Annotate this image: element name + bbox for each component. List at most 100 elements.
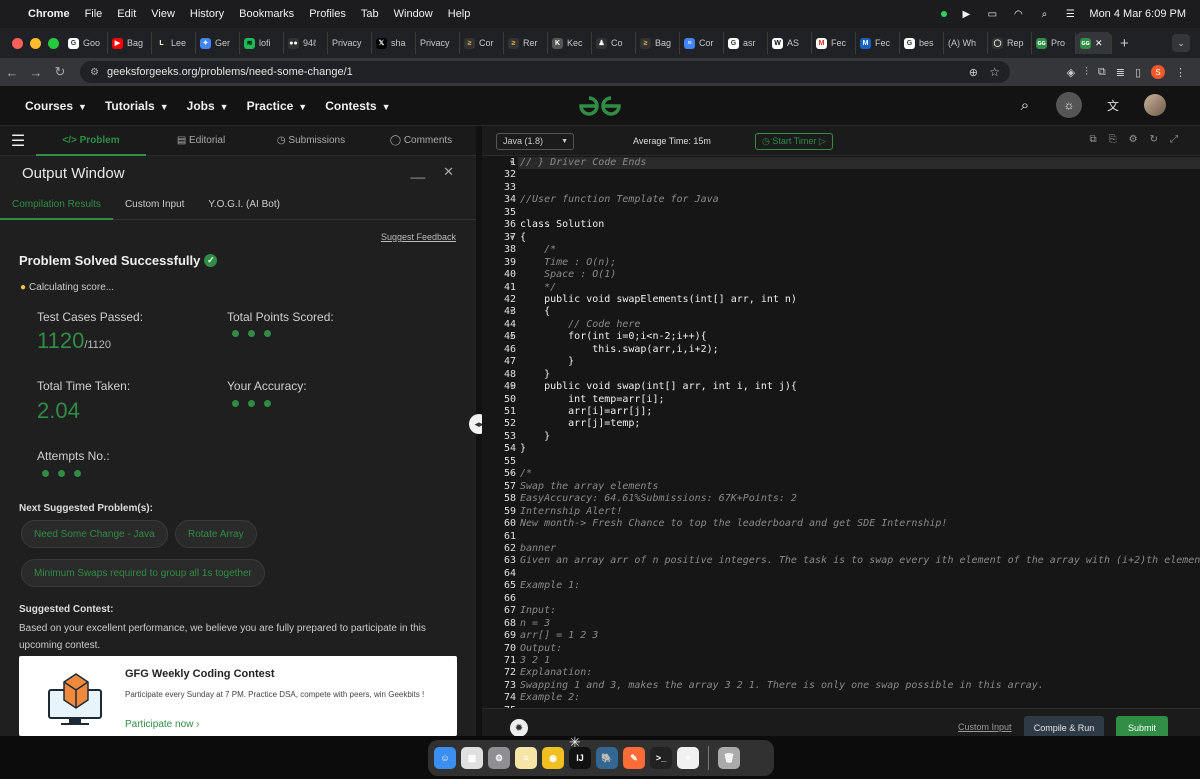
tab-compilation-results[interactable]: Compilation Results: [0, 190, 113, 220]
translate-icon[interactable]: 文: [1100, 92, 1126, 118]
zoom-window-button[interactable]: [48, 37, 59, 49]
chrome-menu-icon[interactable]: ⋮: [1175, 66, 1186, 79]
participate-now-link[interactable]: Participate now ›: [125, 719, 199, 730]
menu-tab[interactable]: Tab: [361, 8, 379, 20]
menu-file[interactable]: File: [85, 8, 103, 20]
browser-tab[interactable]: Privacy: [416, 32, 460, 54]
code-line[interactable]: // } Driver Code Ends: [520, 157, 646, 168]
code-line[interactable]: */: [520, 282, 556, 293]
code-line[interactable]: for(int i=0;i<n-2;i++){: [520, 331, 706, 342]
profile-avatar[interactable]: S: [1151, 65, 1165, 79]
browser-tab[interactable]: M Fec: [856, 32, 900, 54]
search-icon[interactable]: ⌕: [1037, 8, 1051, 20]
start-timer-button[interactable]: ◷ Start Timer ▷: [755, 133, 833, 150]
code-line[interactable]: Time : O(n);: [520, 257, 616, 268]
settings-icon[interactable]: ⚙: [488, 747, 510, 769]
site-info-icon[interactable]: ⚙: [90, 67, 99, 78]
tab-problem[interactable]: </> Problem: [36, 126, 146, 156]
terminal-icon[interactable]: >_: [650, 747, 672, 769]
fold-toggle-icon[interactable]: ▼: [510, 159, 514, 166]
tab-editorial[interactable]: ▤ Editorial: [146, 126, 256, 156]
browser-tab[interactable]: ≥ Bag: [636, 32, 680, 54]
trash-icon[interactable]: 🗑: [718, 747, 740, 769]
settings-icon[interactable]: ⚙: [1129, 134, 1138, 145]
slack-icon[interactable]: ✳: [569, 734, 589, 754]
user-avatar[interactable]: [1144, 94, 1166, 116]
extension-icon[interactable]: ⫶: [1085, 66, 1088, 79]
browser-tab[interactable]: G Goo: [64, 32, 108, 54]
code-line[interactable]: // Code here: [520, 319, 640, 330]
browser-tab-active[interactable]: ɢɢ ✕: [1076, 32, 1112, 54]
tab-yogi-ai-bot[interactable]: Y.O.G.I. (AI Bot): [196, 190, 292, 220]
suggest-feedback-link[interactable]: Suggest Feedback: [381, 232, 456, 242]
code-line[interactable]: arr[j]=temp;: [520, 418, 640, 429]
code-line[interactable]: }: [520, 443, 526, 454]
code-line[interactable]: }: [520, 369, 550, 380]
browser-tab[interactable]: Gbes: [900, 32, 944, 54]
reset-icon[interactable]: ↻: [1150, 134, 1158, 145]
menu-app-name[interactable]: Chrome: [28, 8, 70, 20]
code-line[interactable]: Given an array arr of n positive integer…: [520, 555, 1200, 566]
code-line[interactable]: Output:: [520, 643, 562, 654]
browser-tab[interactable]: (A) Wh: [944, 32, 988, 54]
code-line[interactable]: Example 1:: [520, 580, 580, 591]
minimize-window-button[interactable]: [30, 37, 41, 49]
forward-icon[interactable]: →: [24, 65, 48, 80]
browser-tab[interactable]: M Fec: [812, 32, 856, 54]
code-line[interactable]: Example 2:: [520, 692, 580, 703]
finder-icon[interactable]: ☺: [434, 747, 456, 769]
postgres-icon[interactable]: 🐘: [596, 747, 618, 769]
browser-tab[interactable]: ♟ Co: [592, 32, 636, 54]
code-line[interactable]: this.swap(arr,i,i+2);: [520, 344, 718, 355]
menu-view[interactable]: View: [151, 8, 175, 20]
new-tab-button[interactable]: +: [1120, 35, 1129, 52]
reading-list-icon[interactable]: ≣: [1116, 66, 1125, 79]
suggestion-chip[interactable]: Need Some Change - Java: [21, 520, 168, 548]
back-icon[interactable]: ←: [0, 65, 24, 80]
nav-tutorials[interactable]: Tutorials ▼: [105, 99, 169, 113]
tab-comments[interactable]: ◯ Comments: [366, 126, 476, 156]
tab-custom-input[interactable]: Custom Input: [113, 190, 196, 220]
code-line[interactable]: Swapping 1 and 3, makes the array 3 2 1.…: [520, 680, 1044, 691]
menu-bookmarks[interactable]: Bookmarks: [239, 8, 294, 20]
ai-app-icon[interactable]: ✦: [677, 747, 699, 769]
browser-tab[interactable]: ≥ Rer: [504, 32, 548, 54]
browser-tab[interactable]: ▶ Bag: [108, 32, 152, 54]
nav-jobs[interactable]: Jobs ▼: [187, 99, 229, 113]
extension-icon[interactable]: ◈: [1067, 66, 1075, 79]
code-line[interactable]: }: [520, 356, 574, 367]
code-line[interactable]: Input:: [520, 605, 556, 616]
code-line[interactable]: }: [520, 431, 550, 442]
fold-toggle-icon[interactable]: ▼: [510, 383, 514, 390]
code-line[interactable]: //User function Template for Java: [520, 194, 719, 205]
code-line[interactable]: n = 3: [520, 618, 550, 629]
nav-practice[interactable]: Practice ▼: [247, 99, 308, 113]
chrome-icon[interactable]: ◉: [542, 747, 564, 769]
menu-icon[interactable]: ☰: [0, 131, 36, 151]
browser-tab[interactable]: K Kec: [548, 32, 592, 54]
fold-toggle-icon[interactable]: ▼: [510, 333, 514, 340]
launchpad-icon[interactable]: ▦: [461, 747, 483, 769]
menu-window[interactable]: Window: [394, 8, 433, 20]
close-window-button[interactable]: [12, 37, 23, 49]
postman-icon[interactable]: ✎: [623, 747, 645, 769]
code-line[interactable]: /*: [520, 468, 532, 479]
play-icon[interactable]: ▶: [959, 8, 973, 20]
browser-tab[interactable]: Privacy: [328, 32, 372, 54]
fold-toggle-icon[interactable]: ▼: [510, 234, 514, 241]
code-line[interactable]: New month-> Fresh Chance to top the lead…: [520, 518, 947, 529]
suggestion-chip[interactable]: Minimum Swaps required to group all 1s t…: [21, 559, 265, 587]
code-line[interactable]: Swap the array elements: [520, 481, 658, 492]
notes-icon[interactable]: ≡: [515, 747, 537, 769]
browser-tab[interactable]: W AS: [768, 32, 812, 54]
extensions-puzzle-icon[interactable]: ⧉: [1098, 66, 1106, 79]
code-line[interactable]: {: [520, 232, 526, 243]
control-center-icon[interactable]: ☰: [1063, 8, 1077, 20]
nav-contests[interactable]: Contests ▼: [325, 99, 390, 113]
code-line[interactable]: arr[i]=arr[j];: [520, 406, 652, 417]
menu-help[interactable]: Help: [448, 8, 471, 20]
browser-tab[interactable]: ◯ Rep: [988, 32, 1032, 54]
battery-icon[interactable]: ▭: [985, 8, 999, 20]
fold-toggle-icon[interactable]: ▼: [510, 470, 514, 477]
theme-toggle-icon[interactable]: ☼: [1056, 92, 1082, 118]
